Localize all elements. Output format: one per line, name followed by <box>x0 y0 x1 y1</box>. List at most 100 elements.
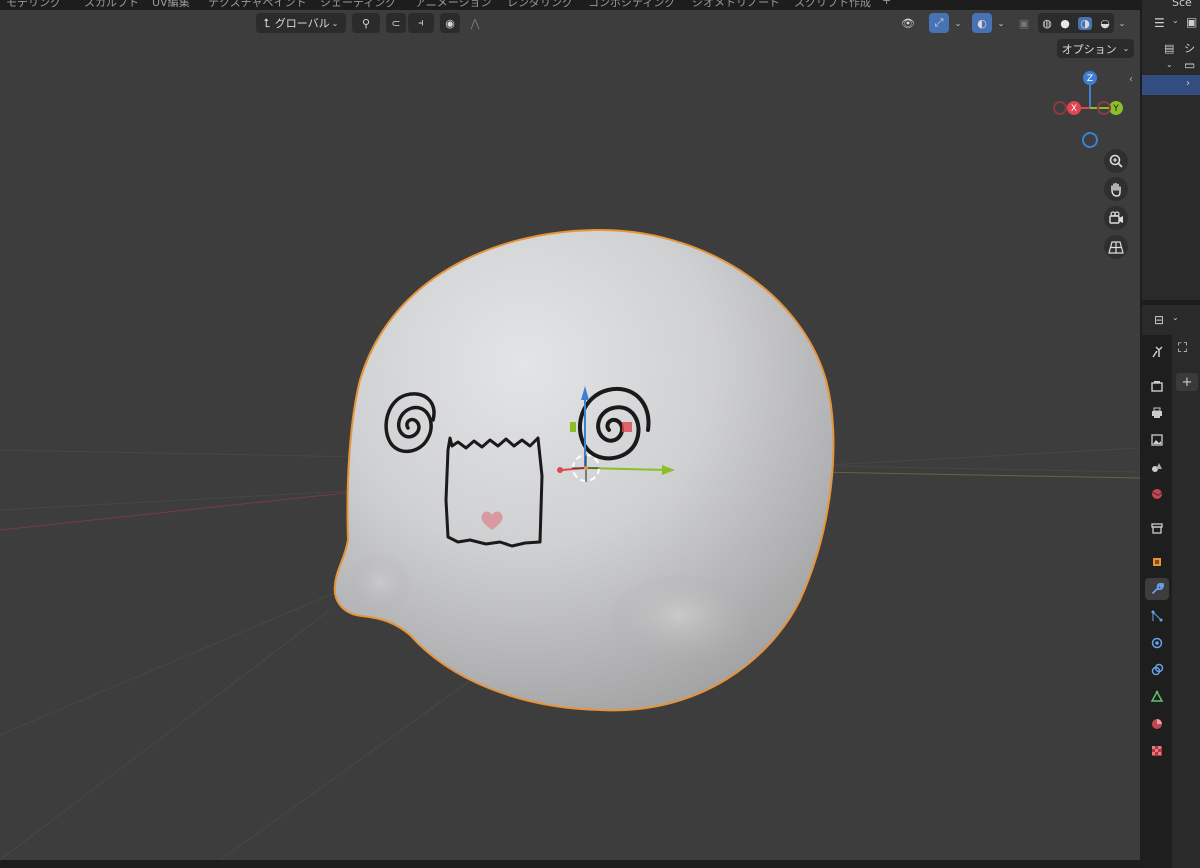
workspace-tab-modeling[interactable]: モデリング <box>6 0 61 9</box>
workspace-tab-uv[interactable]: UV編集 <box>152 0 190 9</box>
workspace-tab-texture-paint[interactable]: テクスチャペイント <box>208 0 307 9</box>
proportional-edit-toggle[interactable]: ◉ <box>440 13 460 33</box>
gizmo-z-label: Z <box>1087 74 1093 84</box>
box-icon <box>1151 523 1163 534</box>
magnet-icon: ⊂ <box>391 16 401 30</box>
wrench-icon <box>1152 582 1164 594</box>
workspace-tab-compositing[interactable]: コンポジティング <box>588 0 675 9</box>
scene-icon <box>1152 463 1162 472</box>
filter-icon[interactable]: ▣ <box>1186 15 1197 29</box>
solid-shading-icon[interactable]: ● <box>1060 17 1070 30</box>
options-dropdown[interactable]: オプション ⌄ <box>1057 39 1134 58</box>
viewport-scene <box>0 228 1140 860</box>
material-icon <box>1152 719 1162 729</box>
snap-increment-icon: ⫞ <box>418 16 424 29</box>
render-icon <box>1151 381 1163 392</box>
add-modifier-button[interactable]: + <box>1176 373 1198 391</box>
tab-render[interactable] <box>1145 375 1169 397</box>
tab-particles[interactable] <box>1145 605 1169 627</box>
mesh-data-icon <box>1150 690 1164 702</box>
material-preview-icon[interactable]: ◑ <box>1078 16 1092 30</box>
navigation-gizmo[interactable]: Z X Y <box>1052 70 1132 160</box>
wireframe-shading-icon[interactable]: ◍ <box>1042 17 1052 30</box>
tab-view-layer[interactable] <box>1145 429 1169 451</box>
overlays-toggle[interactable]: ◐ <box>972 13 992 33</box>
proportional-edit-icon: ◉ <box>445 16 455 30</box>
chevron-down-icon: ⌄ <box>1122 44 1130 53</box>
chevron-down-icon: ⌄ <box>1118 18 1126 28</box>
chevron-down-icon: ⌄ <box>954 18 962 28</box>
overlays-icon: ◐ <box>977 16 987 30</box>
transform-orientation-label: グローバル <box>274 17 330 30</box>
gizmo-x-label: X <box>1071 104 1077 114</box>
gizmo-dropdown[interactable]: ⌄ <box>950 13 964 33</box>
grid-perspective-icon <box>1108 241 1124 254</box>
3d-viewport[interactable]: ⮤ グローバル ⌄ ⚲ ⊂ ⫞ ◉ ⋀ 👁 ⤢ ⌄ ◐ ⌄ ▣ ◍ ● ◑ ◒ … <box>0 10 1140 860</box>
workspace-tab-geometry-nodes[interactable]: ジオメトリノード <box>692 0 780 9</box>
viewport-header: ⮤ グローバル ⌄ ⚲ ⊂ ⫞ ◉ ⋀ 👁 ⤢ ⌄ ◐ ⌄ ▣ ◍ ● ◑ ◒ … <box>0 10 1140 36</box>
chevron-down-icon[interactable]: ⌄ <box>1172 16 1179 25</box>
gizmo-toggle[interactable]: ⤢ <box>929 13 949 33</box>
world-icon <box>1152 489 1163 499</box>
tab-output[interactable] <box>1145 402 1169 424</box>
gizmo-icon: ⤢ <box>934 16 944 29</box>
tab-texture[interactable] <box>1145 740 1169 762</box>
expand-collection-icon[interactable]: ⌄ <box>1166 60 1173 69</box>
orientation-icon: ⮤ <box>263 15 271 30</box>
pivot-point-dropdown[interactable]: ⚲ <box>352 13 380 33</box>
overlays-dropdown[interactable]: ⌄ <box>993 13 1007 33</box>
workspace-tab-animation[interactable]: アニメーション <box>415 0 492 9</box>
expand-arrow-icon[interactable]: › <box>1186 78 1190 89</box>
xray-toggle[interactable]: ▣ <box>1014 13 1034 33</box>
collection-icon: ▭ <box>1184 58 1196 72</box>
eye-icon: 👁 <box>901 16 915 30</box>
gizmo-y-label: Y <box>1112 104 1119 114</box>
scene-collection-icon: ▤ <box>1164 42 1175 55</box>
workspace-tabs: モデリング スカルプト UV編集 テクスチャペイント シェーディング アニメーシ… <box>0 0 1140 10</box>
status-bar <box>0 860 1140 868</box>
ghost-object <box>333 228 835 712</box>
zoom-icon <box>1109 154 1123 168</box>
chevron-down-icon: ⌄ <box>997 18 1005 28</box>
properties-editor-type-icon[interactable]: ⊟ <box>1154 313 1164 327</box>
snap-target-dropdown[interactable]: ⫞ <box>408 13 434 33</box>
tab-object-data[interactable] <box>1145 686 1169 708</box>
tool-icon <box>1152 346 1163 358</box>
selected-object-row[interactable]: › <box>1142 75 1200 95</box>
tab-physics[interactable] <box>1145 632 1169 654</box>
visibility-dropdown[interactable]: 👁 <box>893 13 923 33</box>
shading-dropdown[interactable]: ⌄ <box>1114 13 1128 33</box>
chevron-down-icon: ⌄ <box>331 18 339 28</box>
tab-tool[interactable] <box>1145 341 1169 363</box>
options-label: オプション <box>1061 42 1117 56</box>
transform-orientation-dropdown[interactable]: ⮤ グローバル ⌄ <box>256 13 346 33</box>
camera-icon <box>1109 211 1123 224</box>
workspace-tab-rendering[interactable]: レンダリング <box>507 0 573 9</box>
image-icon <box>1151 434 1163 446</box>
tab-world[interactable] <box>1145 483 1169 505</box>
tab-modifiers[interactable] <box>1145 578 1169 600</box>
object-icon <box>1153 558 1161 566</box>
rendered-shading-icon[interactable]: ◒ <box>1100 17 1110 30</box>
outliner-display-mode-icon[interactable]: ☰ <box>1154 16 1165 30</box>
texture-checker-icon <box>1152 746 1162 756</box>
tab-material[interactable] <box>1145 713 1169 735</box>
tab-object[interactable] <box>1145 551 1169 573</box>
camera-view-button[interactable] <box>1104 206 1128 230</box>
tab-constraints[interactable] <box>1145 659 1169 681</box>
pan-tool-button[interactable] <box>1104 177 1128 201</box>
properties-panel: ⊟ ⌄ ⛶ + <box>1140 305 1200 868</box>
pivot-icon: ⚲ <box>361 16 371 30</box>
workspace-tab-sculpt[interactable]: スカルプト <box>84 0 139 9</box>
workspace-tab-shading[interactable]: シェーディング <box>320 0 396 9</box>
tab-scene[interactable] <box>1145 456 1169 478</box>
falloff-dropdown[interactable]: ⋀ <box>462 13 488 33</box>
chevron-down-icon[interactable]: ⌄ <box>1172 313 1179 322</box>
workspace-tab-scripting[interactable]: スクリプト作成 <box>794 0 871 9</box>
perspective-toggle-button[interactable] <box>1104 235 1128 259</box>
add-workspace-button[interactable]: + <box>882 0 891 8</box>
tab-collection[interactable] <box>1145 517 1169 539</box>
zoom-tool-button[interactable] <box>1104 149 1128 173</box>
object-mode-icon[interactable]: ⛶ <box>1178 341 1187 356</box>
snap-toggle[interactable]: ⊂ <box>386 13 406 33</box>
